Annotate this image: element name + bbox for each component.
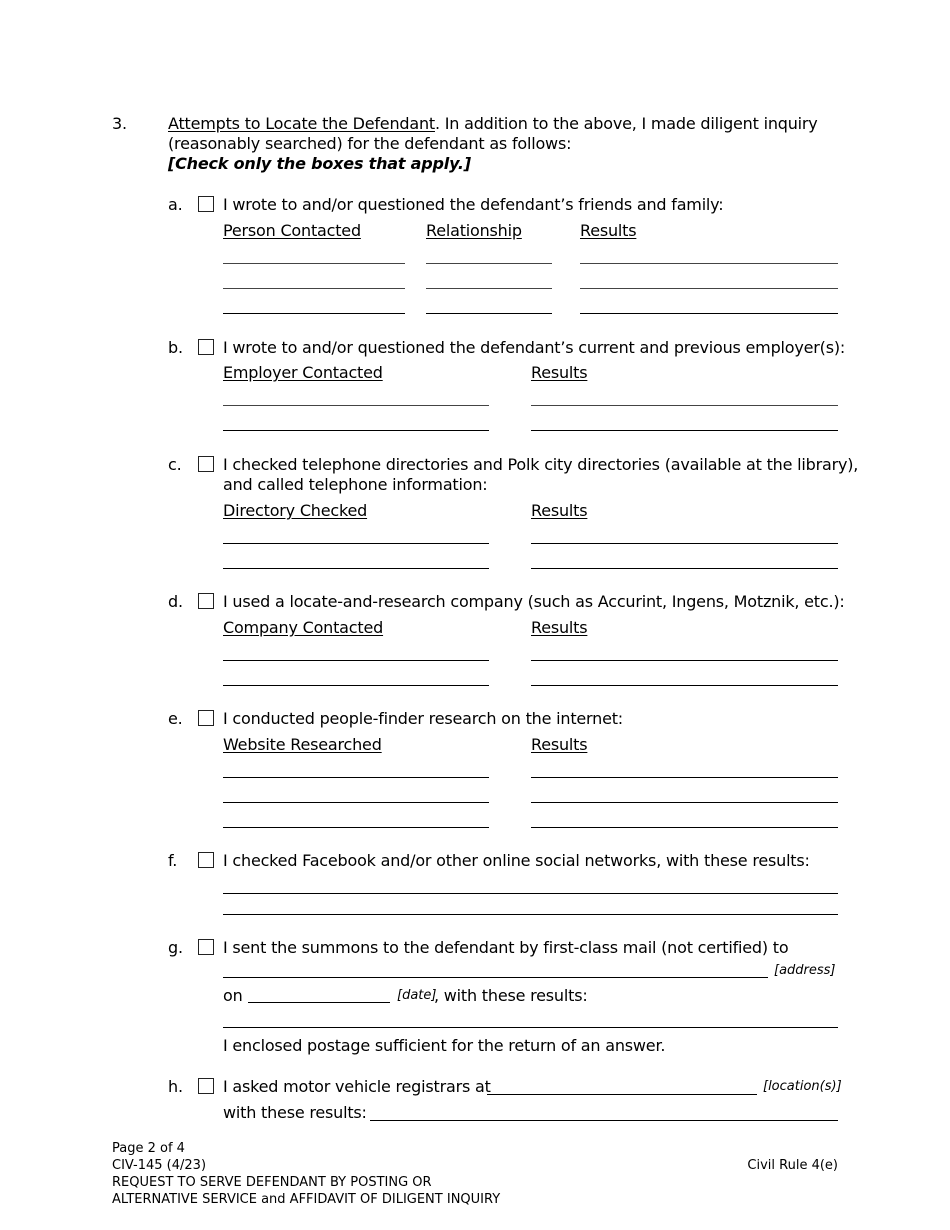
section-instruction: [Check only the boxes that apply.] — [168, 154, 471, 173]
item-f-letter: f. — [168, 851, 178, 870]
item-h-location-field[interactable] — [487, 1094, 757, 1095]
item-e-website-field-2[interactable] — [223, 802, 489, 803]
item-c-col-directory: Directory Checked — [223, 501, 368, 520]
item-a-col-relationship: Relationship — [426, 221, 522, 240]
item-e-col-website: Website Researched — [223, 735, 382, 754]
section-title: Attempts to Locate the Defendant — [168, 114, 435, 133]
footer-form-id: CIV-145 (4/23) — [112, 1158, 207, 1173]
item-h-letter: h. — [168, 1077, 183, 1096]
item-b-results-field-1[interactable] — [531, 405, 838, 406]
item-e-letter: e. — [168, 709, 183, 728]
item-e-checkbox[interactable] — [198, 710, 214, 726]
item-a-person-field-1[interactable] — [223, 263, 405, 264]
item-a-checkbox[interactable] — [198, 196, 214, 212]
item-h-results-field[interactable] — [370, 1120, 838, 1121]
footer-civil-rule: Civil Rule 4(e) — [747, 1158, 838, 1173]
item-a-relationship-field-2[interactable] — [426, 288, 552, 289]
item-f-checkbox[interactable] — [198, 852, 214, 868]
footer-page-number: Page 2 of 4 — [112, 1141, 185, 1156]
footer-title-line1: REQUEST TO SERVE DEFENDANT BY POSTING OR — [112, 1175, 432, 1190]
item-g-on-label: on — [223, 986, 243, 1005]
item-a-results-field-1[interactable] — [580, 263, 838, 264]
item-g-letter: g. — [168, 938, 183, 957]
footer-title-line2: ALTERNATIVE SERVICE and AFFIDAVIT OF DIL… — [112, 1192, 501, 1207]
item-c-checkbox[interactable] — [198, 456, 214, 472]
item-h-text: I asked motor vehicle registrars at — [223, 1077, 491, 1096]
item-c-letter: c. — [168, 455, 182, 474]
item-b-employer-field-1[interactable] — [223, 405, 489, 406]
item-d-company-field-1[interactable] — [223, 660, 489, 661]
item-g-checkbox[interactable] — [198, 939, 214, 955]
item-c-directory-field-2[interactable] — [223, 568, 489, 569]
item-a-results-field-3[interactable] — [580, 313, 838, 314]
item-c-directory-field-1[interactable] — [223, 543, 489, 544]
item-b-text: I wrote to and/or questioned the defenda… — [223, 338, 846, 357]
section-intro-line1: . In addition to the above, I made dilig… — [434, 114, 818, 133]
item-d-col-results: Results — [531, 618, 588, 637]
item-e-results-field-2[interactable] — [531, 802, 838, 803]
item-b-col-employer: Employer Contacted — [223, 363, 383, 382]
item-a-col-person: Person Contacted — [223, 221, 361, 240]
item-h-location-hint: [location(s)] — [763, 1079, 842, 1094]
item-g-results-field[interactable] — [223, 1027, 838, 1028]
item-g-date-field[interactable] — [248, 1002, 390, 1003]
item-a-relationship-field-1[interactable] — [426, 263, 552, 264]
item-b-results-field-2[interactable] — [531, 430, 838, 431]
item-e-website-field-3[interactable] — [223, 827, 489, 828]
item-e-text: I conducted people-finder research on th… — [223, 709, 623, 728]
item-b-employer-field-2[interactable] — [223, 430, 489, 431]
item-e-results-field-1[interactable] — [531, 777, 838, 778]
item-g-text: I sent the summons to the defendant by f… — [223, 938, 789, 957]
item-g-postage-note: I enclosed postage sufficient for the re… — [223, 1036, 666, 1055]
item-b-letter: b. — [168, 338, 183, 357]
item-h-checkbox[interactable] — [198, 1078, 214, 1094]
section-intro-line2: (reasonably searched) for the defendant … — [168, 134, 572, 153]
item-a-text: I wrote to and/or questioned the defenda… — [223, 195, 724, 214]
item-a-person-field-2[interactable] — [223, 288, 405, 289]
section-number: 3. — [112, 114, 127, 133]
item-h-results-label: with these results: — [223, 1103, 367, 1122]
item-a-col-results: Results — [580, 221, 637, 240]
item-c-results-field-1[interactable] — [531, 543, 838, 544]
item-c-text-line1: I checked telephone directories and Polk… — [223, 455, 859, 474]
item-d-results-field-2[interactable] — [531, 685, 838, 686]
item-c-text-line2: and called telephone information: — [223, 475, 488, 494]
item-d-letter: d. — [168, 592, 183, 611]
item-a-letter: a. — [168, 195, 183, 214]
item-c-col-results: Results — [531, 501, 588, 520]
item-g-address-hint: [address] — [774, 963, 836, 978]
item-d-checkbox[interactable] — [198, 593, 214, 609]
item-b-col-results: Results — [531, 363, 588, 382]
item-d-text: I used a locate-and-research company (su… — [223, 592, 845, 611]
item-f-results-field-1[interactable] — [223, 893, 838, 894]
item-e-website-field-1[interactable] — [223, 777, 489, 778]
item-d-results-field-1[interactable] — [531, 660, 838, 661]
item-d-company-field-2[interactable] — [223, 685, 489, 686]
section-intro: Attempts to Locate the Defendant. In add… — [168, 114, 818, 134]
item-g-date-hint: [date] — [397, 988, 437, 1003]
item-g-results-label: , with these results: — [434, 986, 588, 1005]
item-f-text: I checked Facebook and/or other online s… — [223, 851, 810, 870]
item-b-checkbox[interactable] — [198, 339, 214, 355]
item-e-col-results: Results — [531, 735, 588, 754]
item-a-results-field-2[interactable] — [580, 288, 838, 289]
item-c-results-field-2[interactable] — [531, 568, 838, 569]
item-a-person-field-3[interactable] — [223, 313, 405, 314]
item-d-col-company: Company Contacted — [223, 618, 384, 637]
item-e-results-field-3[interactable] — [531, 827, 838, 828]
item-f-results-field-2[interactable] — [223, 914, 838, 915]
item-a-relationship-field-3[interactable] — [426, 313, 552, 314]
item-g-address-field[interactable] — [223, 977, 768, 978]
